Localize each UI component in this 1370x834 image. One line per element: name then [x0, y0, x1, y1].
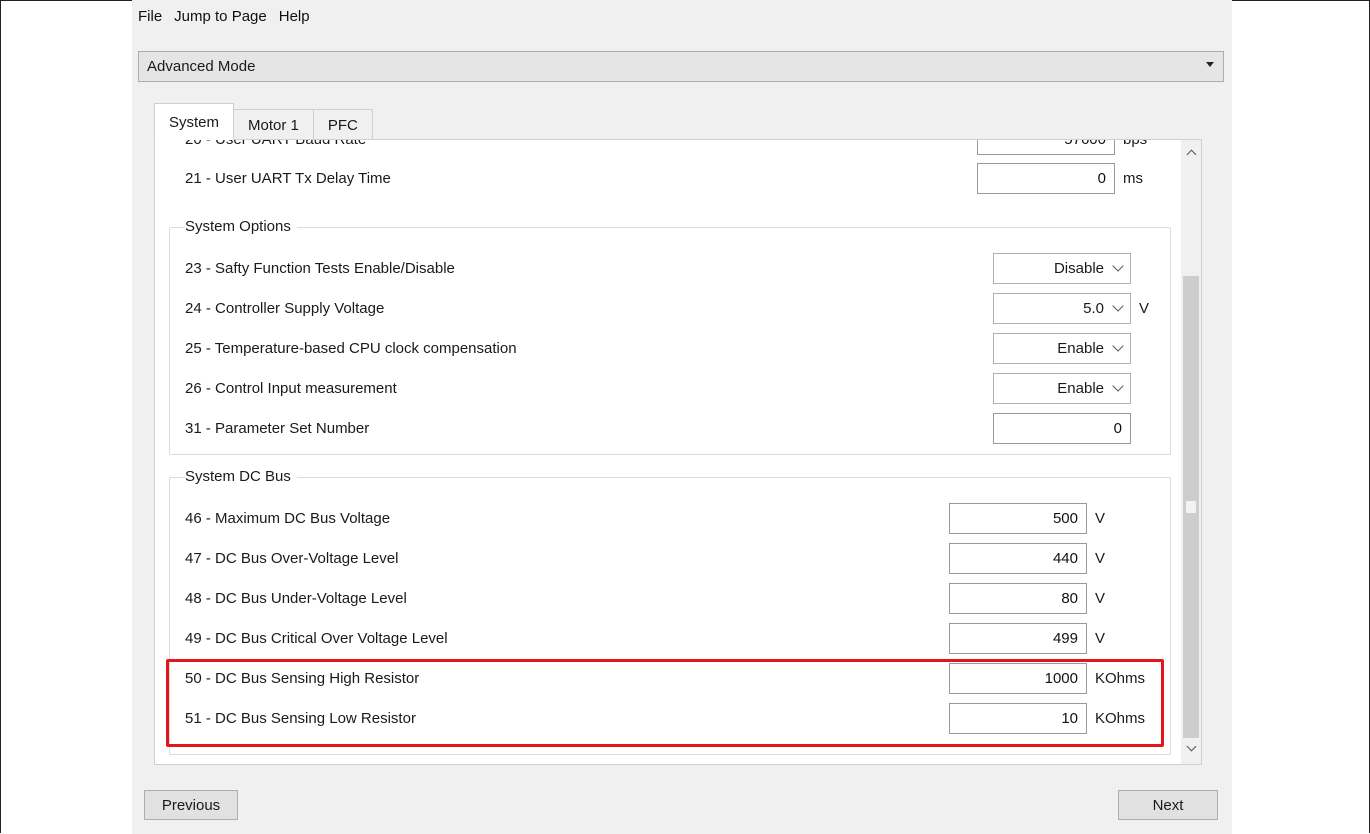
next-button[interactable]: Next [1118, 790, 1218, 820]
param-row-25-label: 25 - Temperature-based CPU clock compens… [185, 340, 517, 357]
param-input-31[interactable]: 0 [993, 413, 1131, 444]
chevron-down-icon [1112, 260, 1124, 272]
param-unit-50: KOhms [1095, 670, 1146, 687]
menu-help[interactable]: Help [279, 8, 310, 25]
param-select-23[interactable]: Disable [993, 253, 1131, 284]
menu-jump-to-page[interactable]: Jump to Page [174, 8, 267, 25]
tab-motor-1[interactable]: Motor 1 [233, 109, 314, 140]
chevron-down-icon [1112, 340, 1124, 352]
param-unit-24: V [1139, 300, 1150, 317]
param-unit-46: V [1095, 510, 1106, 527]
param-row-51-label: 51 - DC Bus Sensing Low Resistor [185, 710, 416, 727]
group-title-system-dc-bus: System DC Bus [185, 468, 297, 485]
previous-button[interactable]: Previous [144, 790, 238, 820]
param-row-21-label: 21 - User UART Tx Delay Time [185, 170, 391, 187]
chevron-down-icon [1112, 380, 1124, 392]
param-unit-48: V [1095, 590, 1106, 607]
menu-file[interactable]: File [138, 8, 162, 25]
group-title-system-options: System Options [185, 218, 297, 235]
mode-select[interactable]: Advanced Mode [138, 51, 1224, 82]
scroll-content: 20 - User UART Baud Rate 57600 bps 21 - … [155, 139, 1183, 764]
param-input-48[interactable]: 80 [949, 583, 1087, 614]
param-row-31-label: 31 - Parameter Set Number [185, 420, 370, 437]
tab-bar: System Motor 1 PFC [154, 103, 373, 140]
param-row-48-label: 48 - DC Bus Under-Voltage Level [185, 590, 407, 607]
param-input-20[interactable]: 57600 [977, 140, 1115, 155]
param-row-49-label: 49 - DC Bus Critical Over Voltage Level [185, 630, 448, 647]
param-input-47[interactable]: 440 [949, 543, 1087, 574]
param-input-51[interactable]: 10 [949, 703, 1087, 734]
param-input-49[interactable]: 499 [949, 623, 1087, 654]
param-input-50[interactable]: 1000 [949, 663, 1087, 694]
param-row-24-label: 24 - Controller Supply Voltage [185, 300, 385, 317]
param-unit-21: ms [1123, 170, 1143, 187]
param-row-20-label: 20 - User UART Baud Rate [185, 139, 367, 148]
param-row-46-label: 46 - Maximum DC Bus Voltage [185, 510, 391, 527]
param-row-47-label: 47 - DC Bus Over-Voltage Level [185, 550, 399, 567]
param-input-46[interactable]: 500 [949, 503, 1087, 534]
tab-system[interactable]: System [154, 103, 235, 140]
scroll-position-marker [1186, 501, 1196, 513]
vertical-scrollbar[interactable] [1181, 140, 1201, 764]
mode-select-value: Advanced Mode [147, 58, 256, 75]
param-row-26-label: 26 - Control Input measurement [185, 380, 397, 397]
tab-pfc[interactable]: PFC [312, 109, 373, 140]
param-row-50-label: 50 - DC Bus Sensing High Resistor [185, 670, 420, 687]
system-tab-panel: 20 - User UART Baud Rate 57600 bps 21 - … [154, 139, 1202, 765]
param-row-23-label: 23 - Safty Function Tests Enable/Disable [185, 260, 455, 277]
chevron-down-icon [1206, 62, 1214, 67]
scroll-down-icon[interactable] [1181, 740, 1201, 760]
param-unit-20: bps [1123, 139, 1148, 148]
param-input-21[interactable]: 0 [977, 163, 1115, 194]
param-unit-51: KOhms [1095, 710, 1146, 727]
scroll-up-icon[interactable] [1181, 142, 1201, 162]
configurator-window: File Jump to Page Help Advanced Mode Sys… [132, 0, 1232, 834]
menu-bar: File Jump to Page Help [132, 0, 322, 32]
param-select-26[interactable]: Enable [993, 373, 1131, 404]
chevron-down-icon [1112, 300, 1124, 312]
param-unit-49: V [1095, 630, 1106, 647]
param-select-24[interactable]: 5.0 [993, 293, 1131, 324]
param-select-25[interactable]: Enable [993, 333, 1131, 364]
param-unit-47: V [1095, 550, 1106, 567]
